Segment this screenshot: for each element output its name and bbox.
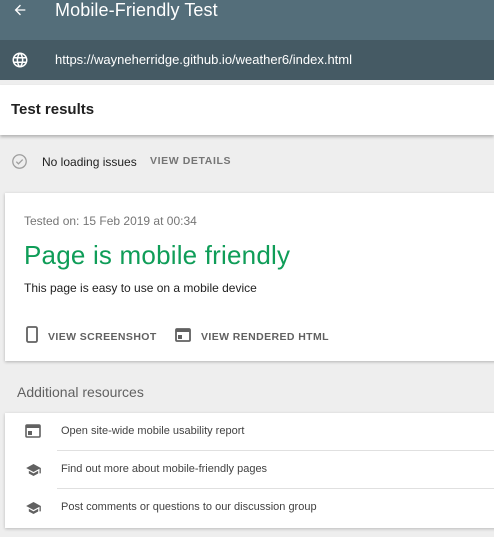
results-heading: Test results bbox=[11, 101, 95, 118]
list-item[interactable]: Find out more about mobile-friendly page… bbox=[5, 451, 494, 489]
url-bar: https://wayneherridge.github.io/weather6… bbox=[0, 40, 494, 80]
list-item-label: Find out more about mobile-friendly page… bbox=[61, 463, 268, 475]
view-screenshot-label: VIEW SCREENSHOT bbox=[48, 331, 157, 343]
globe-icon bbox=[11, 51, 29, 69]
school-icon bbox=[25, 500, 41, 516]
tested-on-text: Tested on: 15 Feb 2019 at 00:34 bbox=[24, 214, 197, 228]
browser-window-icon bbox=[25, 424, 41, 440]
phone-icon bbox=[26, 326, 38, 348]
app-bar: Mobile-Friendly Test bbox=[0, 0, 494, 40]
list-item-label: Open site-wide mobile usability report bbox=[61, 425, 245, 437]
view-rendered-html-label: VIEW RENDERED HTML bbox=[201, 331, 329, 343]
page-title: Mobile-Friendly Test bbox=[55, 0, 218, 20]
result-card: Tested on: 15 Feb 2019 at 00:34 Page is … bbox=[5, 193, 494, 361]
verdict-description: This page is easy to use on a mobile dev… bbox=[24, 281, 257, 295]
view-screenshot-button[interactable]: VIEW SCREENSHOT bbox=[26, 326, 157, 348]
check-circle-icon bbox=[11, 153, 28, 170]
results-header: Test results bbox=[0, 85, 494, 135]
resources-title: Additional resources bbox=[17, 384, 144, 400]
school-icon bbox=[25, 462, 41, 478]
arrow-back-icon[interactable] bbox=[10, 0, 30, 20]
list-item[interactable]: Post comments or questions to our discus… bbox=[5, 489, 494, 527]
resources-list: Open site-wide mobile usability report F… bbox=[5, 413, 494, 528]
list-item[interactable]: Open site-wide mobile usability report bbox=[5, 413, 494, 451]
list-item-label: Post comments or questions to our discus… bbox=[61, 501, 317, 513]
view-rendered-html-button[interactable]: VIEW RENDERED HTML bbox=[175, 327, 329, 347]
verdict-heading: Page is mobile friendly bbox=[24, 240, 291, 270]
loading-status-row: No loading issues VIEW DETAILS bbox=[0, 150, 494, 174]
view-details-button[interactable]: VIEW DETAILS bbox=[150, 155, 231, 167]
tested-url[interactable]: https://wayneherridge.github.io/weather6… bbox=[55, 52, 352, 68]
browser-window-icon bbox=[175, 327, 191, 347]
loading-status-text: No loading issues bbox=[42, 155, 137, 169]
